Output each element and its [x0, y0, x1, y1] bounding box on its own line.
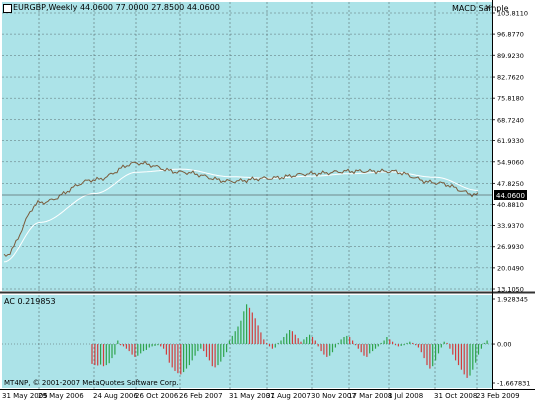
time-tick-label: 26 Oct 2006	[135, 392, 179, 400]
copyright-text: MT4NP, © 2001-2007 MetaQuotes Software C…	[4, 379, 179, 387]
chart-canvas[interactable]: 103.811096.877089.923082.762075.818068.7…	[0, 0, 535, 401]
price-axis: 103.811096.877089.923082.762075.818068.7…	[492, 10, 528, 294]
price-tick-label: 82.7620	[497, 74, 524, 82]
time-tick-label: 17 Mar 2008	[348, 392, 392, 400]
price-tick-label: 26.9930	[497, 243, 524, 251]
price-tick-label: 61.9330	[497, 137, 524, 145]
price-tick-label: 54.9060	[497, 158, 524, 166]
indicator-name: MACD Sample	[452, 4, 509, 13]
main-plot-area[interactable]	[2, 2, 492, 291]
price-tick-label: 13.1050	[497, 286, 524, 294]
time-axis: 31 May 200529 May 2006 24 Aug 200626 Oct …	[2, 392, 520, 400]
indicator-axis: 1.928345 0.00 -1.667831	[492, 296, 530, 388]
time-tick-label: 31 Aug 2007	[266, 392, 311, 400]
price-tick-label: 33.9370	[497, 222, 524, 230]
indicator-tick-label: -1.667831	[497, 380, 530, 388]
price-tick-label: 20.0490	[497, 264, 524, 272]
price-tick-label: 96.8770	[497, 31, 524, 39]
time-tick-label: 23 Feb 2009	[476, 392, 520, 400]
symbol-info: EURGBP,Weekly 44.0600 77.0000 27.8500 44…	[13, 3, 220, 12]
indicator-tick-label: 1.928345	[497, 296, 528, 304]
price-tick-label: 89.9230	[497, 52, 524, 60]
time-tick-label: 31 Oct 2008	[434, 392, 477, 400]
chart-symbol-icon	[3, 4, 12, 13]
price-tick-label: 68.7240	[497, 116, 524, 124]
price-tick-label: 47.8250	[497, 180, 524, 188]
price-tick-label: 75.8180	[497, 95, 524, 103]
current-price-label: 44.0600	[496, 192, 525, 200]
price-tick-label: 40.8810	[497, 201, 524, 209]
time-tick-label: 24 Aug 2006	[93, 392, 138, 400]
time-tick-label: 29 May 2006	[38, 392, 84, 400]
indicator-label: AC 0.219853	[4, 297, 56, 306]
time-tick-label: 26 Feb 2007	[179, 392, 223, 400]
close-icon[interactable]: ×	[484, 4, 492, 13]
indicator-tick-label: 0.00	[497, 341, 511, 349]
time-tick-label: 1 Jul 2008	[388, 392, 423, 400]
